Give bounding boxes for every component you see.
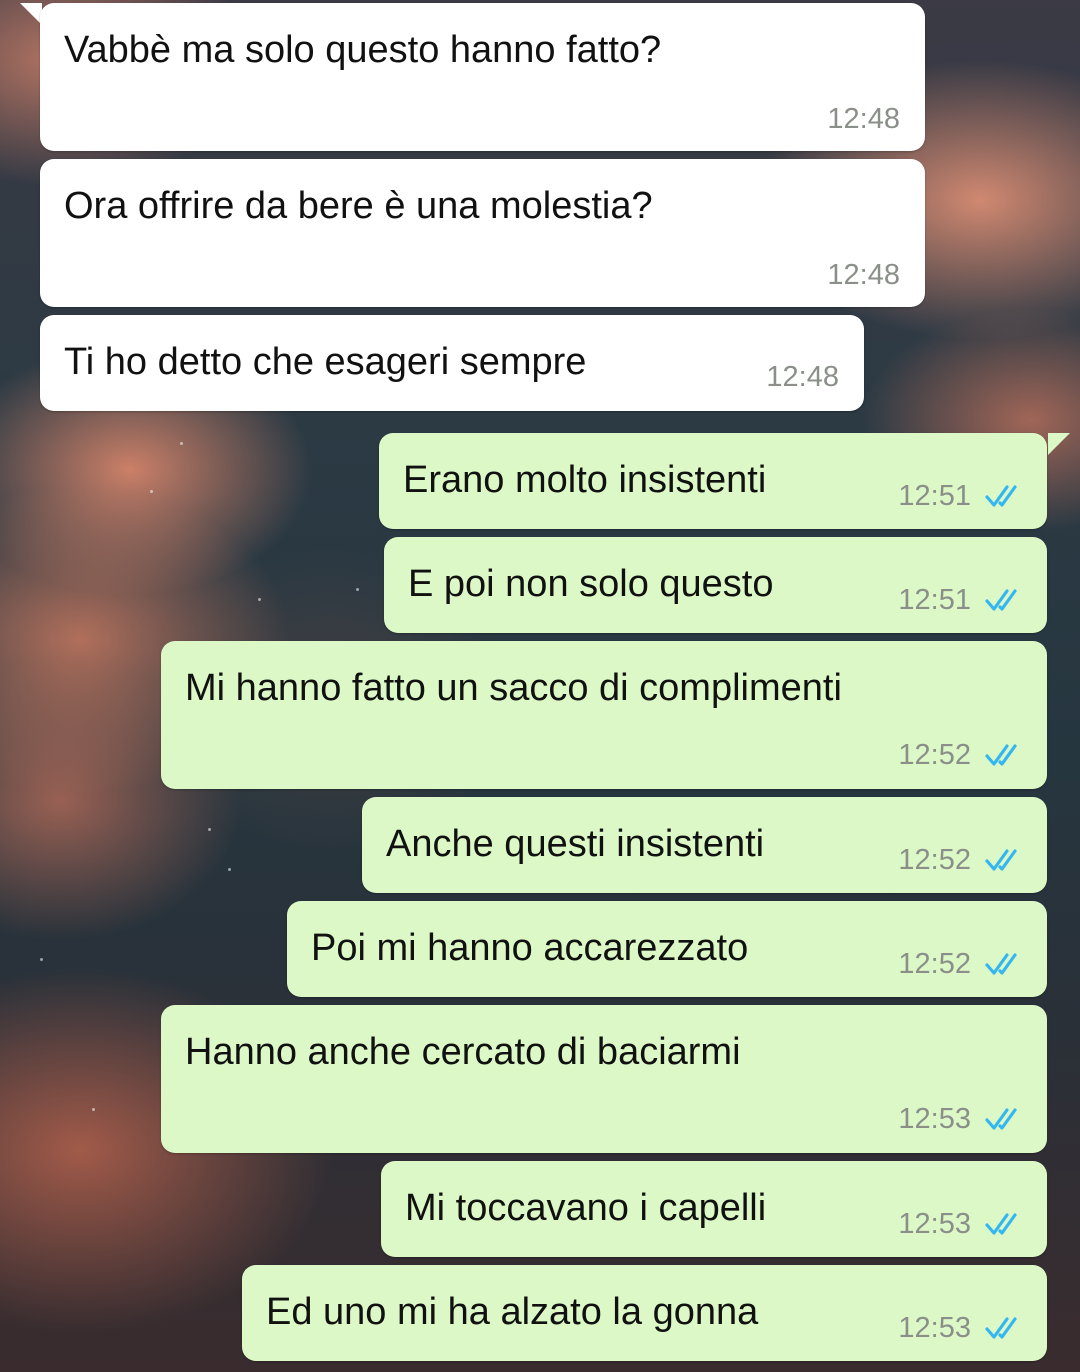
outgoing-message[interactable]: E poi non solo questo 12:51 [384, 537, 1047, 633]
outgoing-message[interactable]: Mi toccavano i capelli 12:53 [381, 1161, 1047, 1257]
message-time: 12:51 [898, 584, 971, 616]
message-time: 12:52 [898, 739, 971, 771]
bubble-tail [20, 3, 42, 25]
message-time: 12:51 [898, 480, 971, 512]
message-text: Anche questi insistenti [386, 823, 765, 865]
message-time: 12:53 [898, 1208, 971, 1240]
background-star [258, 598, 261, 601]
double-check-icon [985, 744, 1017, 766]
double-check-icon [985, 1317, 1017, 1339]
message-time: 12:52 [898, 948, 971, 980]
message-time: 12:48 [766, 361, 839, 393]
message-text: Poi mi hanno accarezzato [311, 927, 749, 969]
outgoing-message[interactable]: Erano molto insistenti 12:51 [379, 433, 1047, 529]
double-check-icon [985, 849, 1017, 871]
message-text: Ti ho detto che esageri sempre [64, 341, 587, 383]
double-check-icon [985, 1213, 1017, 1235]
message-text: Mi hanno fatto un sacco di complimenti [185, 667, 842, 709]
message-time: 12:52 [898, 844, 971, 876]
background-star [228, 868, 231, 871]
message-time: 12:48 [827, 259, 900, 291]
bubble-tail [1048, 433, 1070, 455]
background-star [356, 588, 359, 591]
background-star [150, 490, 153, 493]
outgoing-message[interactable]: Hanno anche cercato di baciarmi 12:53 [161, 1005, 1047, 1153]
message-text: Ed uno mi ha alzato la gonna [266, 1291, 759, 1333]
message-text: E poi non solo questo [408, 563, 774, 605]
outgoing-message[interactable]: Anche questi insistenti 12:52 [362, 797, 1047, 893]
incoming-message[interactable]: Vabbè ma solo questo hanno fatto? 12:48 [40, 3, 925, 151]
background-star [40, 958, 43, 961]
incoming-message[interactable]: Ti ho detto che esageri sempre 12:48 [40, 315, 864, 411]
double-check-icon [985, 1108, 1017, 1130]
outgoing-message[interactable]: Mi hanno fatto un sacco di complimenti 1… [161, 641, 1047, 789]
background-star [92, 1108, 95, 1111]
message-text: Hanno anche cercato di baciarmi [185, 1031, 741, 1073]
double-check-icon [985, 589, 1017, 611]
message-time: 12:53 [898, 1103, 971, 1135]
incoming-message[interactable]: Ora offrire da bere è una molestia? 12:4… [40, 159, 925, 307]
outgoing-message[interactable]: Poi mi hanno accarezzato 12:52 [287, 901, 1047, 997]
double-check-icon [985, 485, 1017, 507]
background-star [208, 828, 211, 831]
outgoing-message[interactable]: Ed uno mi ha alzato la gonna 12:53 [242, 1265, 1047, 1361]
double-check-icon [985, 953, 1017, 975]
message-text: Mi toccavano i capelli [405, 1187, 767, 1229]
message-text: Erano molto insistenti [403, 459, 767, 501]
message-text: Ora offrire da bere è una molestia? [64, 185, 653, 227]
message-time: 12:53 [898, 1312, 971, 1344]
background-star [180, 442, 183, 445]
message-time: 12:48 [827, 103, 900, 135]
message-text: Vabbè ma solo questo hanno fatto? [64, 29, 662, 71]
